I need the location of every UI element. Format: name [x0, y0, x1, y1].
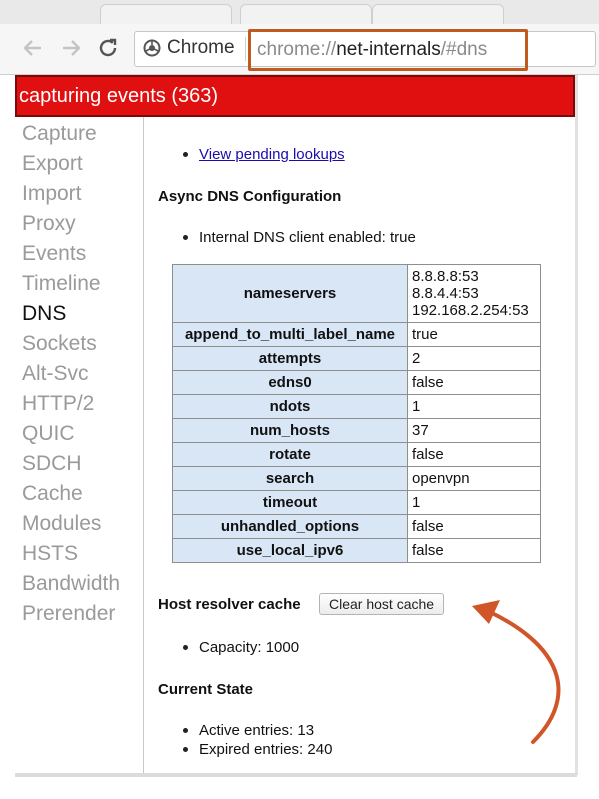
annotation-arrow-icon	[472, 600, 561, 744]
